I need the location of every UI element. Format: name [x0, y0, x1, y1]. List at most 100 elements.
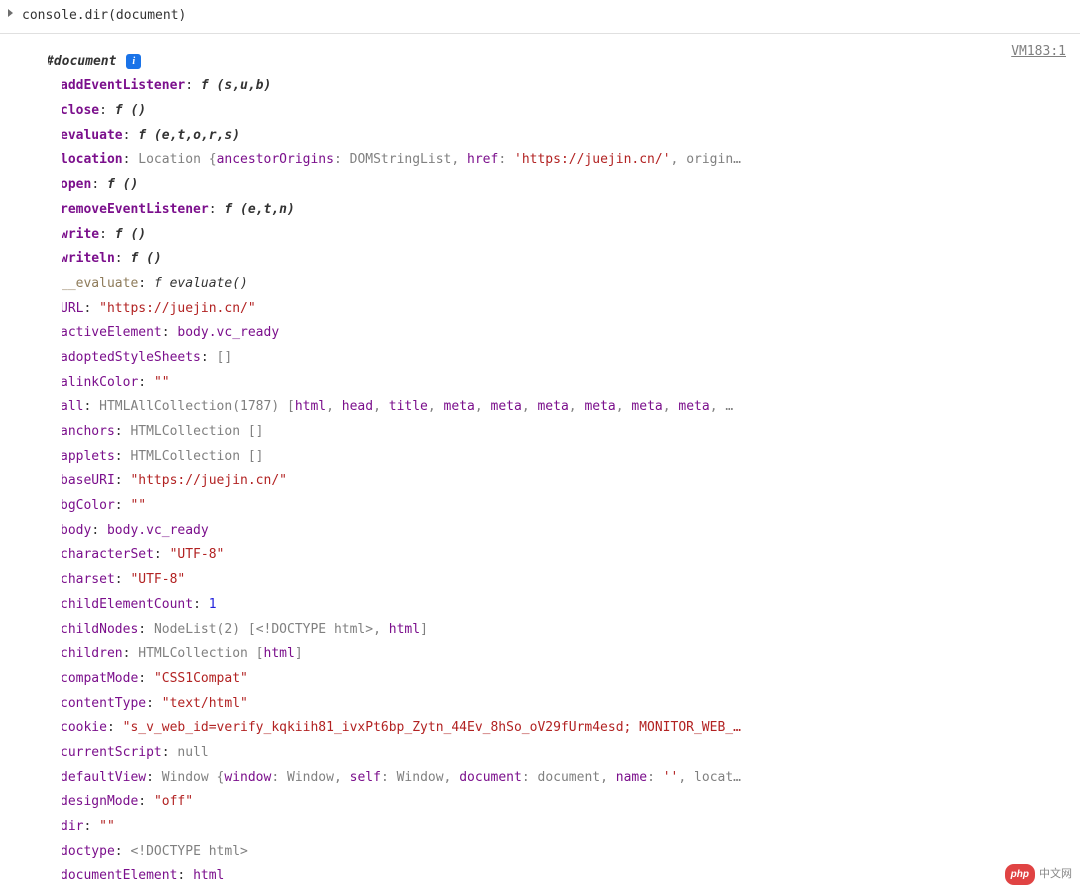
property-key: currentScript	[62, 745, 162, 760]
property-key: baseURI	[62, 473, 115, 488]
property-row[interactable]: ▶write: f ()	[62, 223, 1080, 248]
property-row[interactable]: designMode: "off"	[62, 790, 1080, 815]
property-row[interactable]: ▶defaultView: Window {window: Window, se…	[62, 766, 1080, 791]
property-value: "text/html"	[162, 696, 248, 711]
property-row[interactable]: ▶addEventListener: f (s,u,b)	[62, 74, 1080, 99]
property-value: f (s,u,b)	[201, 78, 271, 93]
property-value: f ()	[107, 177, 138, 192]
property-row[interactable]: currentScript: null	[62, 741, 1080, 766]
property-key: cookie	[62, 720, 107, 735]
property-key: addEventListener	[62, 78, 185, 93]
property-value: f (e,t,o,r,s)	[138, 128, 240, 143]
property-key: applets	[62, 449, 115, 464]
property-key: writeln	[62, 251, 115, 266]
property-value: ""	[154, 375, 170, 390]
property-value: Window {window: Window, self: Window, do…	[162, 770, 741, 785]
property-row[interactable]: ▶activeElement: body.vc_ready	[62, 321, 1080, 346]
console-input-line[interactable]: console.dir(document)	[0, 0, 1080, 34]
property-row[interactable]: childElementCount: 1	[62, 593, 1080, 618]
property-row[interactable]: ▶documentElement: html	[62, 864, 1080, 889]
property-key: childNodes	[62, 622, 138, 637]
property-value: body.vc_ready	[107, 523, 209, 538]
property-key: documentElement	[62, 868, 177, 883]
property-value: f ()	[130, 251, 161, 266]
watermark-badge: php	[1005, 864, 1035, 885]
info-icon[interactable]: i	[126, 54, 141, 69]
property-key: defaultView	[62, 770, 146, 785]
property-value: f (e,t,n)	[224, 202, 294, 217]
property-row[interactable]: characterSet: "UTF-8"	[62, 543, 1080, 568]
property-key: designMode	[62, 794, 138, 809]
property-value: body.vc_ready	[177, 325, 279, 340]
property-row[interactable]: cookie: "s_v_web_id=verify_kqkiih81_ivxP…	[62, 716, 1080, 741]
property-value: Location {ancestorOrigins: DOMStringList…	[138, 152, 741, 167]
property-value: "UTF-8"	[170, 547, 225, 562]
property-value: <!DOCTYPE html>	[130, 844, 247, 859]
property-value: HTMLCollection []	[130, 449, 263, 464]
property-key: evaluate	[62, 128, 123, 143]
property-row[interactable]: dir: ""	[62, 815, 1080, 840]
property-row[interactable]: ▶childNodes: NodeList(2) [<!DOCTYPE html…	[62, 618, 1080, 643]
property-value: "s_v_web_id=verify_kqkiih81_ivxPt6bp_Zyt…	[123, 720, 741, 735]
property-key: charset	[62, 572, 115, 587]
property-key: contentType	[62, 696, 146, 711]
property-value: html	[193, 868, 224, 883]
property-key: children	[62, 646, 123, 661]
property-key: __evaluate	[62, 276, 138, 291]
property-value: "https://juejin.cn/"	[130, 473, 287, 488]
property-row[interactable]: ▶adoptedStyleSheets: []	[62, 346, 1080, 371]
property-key: open	[62, 177, 91, 192]
property-key: doctype	[62, 844, 115, 859]
property-value: "UTF-8"	[130, 572, 185, 587]
property-value: f ()	[115, 103, 146, 118]
property-value: f ()	[115, 227, 146, 242]
property-value: HTMLCollection [html]	[138, 646, 302, 661]
property-row[interactable]: ▶writeln: f ()	[62, 247, 1080, 272]
property-value: []	[217, 350, 233, 365]
property-key: all	[62, 399, 83, 414]
property-row[interactable]: ▶__evaluate: f evaluate()	[62, 272, 1080, 297]
property-key: anchors	[62, 424, 115, 439]
property-row[interactable]: baseURI: "https://juejin.cn/"	[62, 469, 1080, 494]
property-row[interactable]: ▶removeEventListener: f (e,t,n)	[62, 198, 1080, 223]
property-value: null	[177, 745, 208, 760]
property-value: "off"	[154, 794, 193, 809]
property-value: HTMLCollection []	[130, 424, 263, 439]
property-row[interactable]: ▶body: body.vc_ready	[62, 519, 1080, 544]
property-key: characterSet	[62, 547, 154, 562]
property-value: 1	[209, 597, 217, 612]
property-value: ""	[99, 819, 115, 834]
property-row[interactable]: bgColor: ""	[62, 494, 1080, 519]
property-value: ""	[130, 498, 146, 513]
property-row[interactable]: ▶applets: HTMLCollection []	[62, 445, 1080, 470]
property-row[interactable]: ▶open: f ()	[62, 173, 1080, 198]
property-row[interactable]: URL: "https://juejin.cn/"	[62, 297, 1080, 322]
console-output: ▼#document i ▶addEventListener: f (s,u,b…	[0, 34, 1080, 889]
property-row[interactable]: ▶evaluate: f (e,t,o,r,s)	[62, 124, 1080, 149]
property-row[interactable]: alinkColor: ""	[62, 371, 1080, 396]
property-row[interactable]: ▶location: Location {ancestorOrigins: DO…	[62, 148, 1080, 173]
property-value: "CSS1Compat"	[154, 671, 248, 686]
property-key: dir	[62, 819, 83, 834]
property-row[interactable]: contentType: "text/html"	[62, 692, 1080, 717]
property-key: body	[62, 523, 91, 538]
property-value: NodeList(2) [<!DOCTYPE html>, html]	[154, 622, 428, 637]
source-link[interactable]: VM183:1	[1011, 40, 1066, 65]
property-row[interactable]: ▶children: HTMLCollection [html]	[62, 642, 1080, 667]
console-command: console.dir(document)	[22, 8, 186, 23]
property-key: bgColor	[62, 498, 115, 513]
property-row[interactable]: ▶close: f ()	[62, 99, 1080, 124]
property-row[interactable]: compatMode: "CSS1Compat"	[62, 667, 1080, 692]
property-key: childElementCount	[62, 597, 193, 612]
property-key: location	[62, 152, 123, 167]
property-row[interactable]: ▶all: HTMLAllCollection(1787) [html, hea…	[62, 395, 1080, 420]
property-key: write	[62, 227, 99, 242]
property-row[interactable]: ▶doctype: <!DOCTYPE html>	[62, 840, 1080, 865]
property-row[interactable]: ▶anchors: HTMLCollection []	[62, 420, 1080, 445]
property-key: compatMode	[62, 671, 138, 686]
root-label: #document	[48, 54, 116, 69]
object-root[interactable]: ▼#document i	[48, 50, 1068, 75]
property-row[interactable]: charset: "UTF-8"	[62, 568, 1080, 593]
property-key: removeEventListener	[62, 202, 209, 217]
property-value: HTMLAllCollection(1787) [html, head, tit…	[99, 399, 733, 414]
